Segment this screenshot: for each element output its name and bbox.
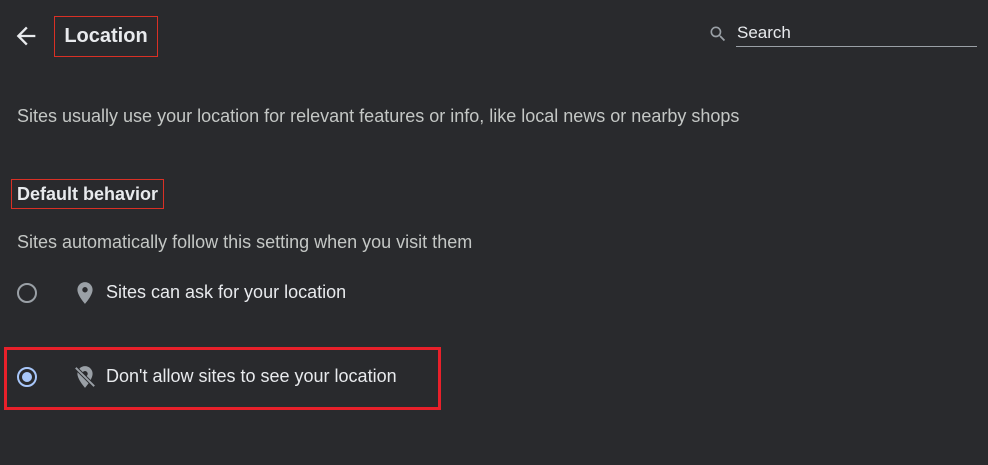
page-title: Location — [54, 16, 158, 57]
radio-button-checked[interactable] — [17, 367, 37, 387]
option-label: Sites can ask for your location — [106, 282, 347, 302]
location-settings-page: Location Sites usually use your location… — [0, 0, 988, 465]
page-header: Location — [0, 0, 988, 72]
location-off-icon — [74, 366, 96, 388]
arrow-left-icon — [16, 26, 36, 46]
back-button[interactable] — [12, 22, 40, 50]
search-icon[interactable] — [708, 24, 728, 44]
page-description: Sites usually use your location for rele… — [17, 106, 740, 126]
default-behavior-heading: Default behavior — [11, 179, 165, 209]
radio-button-unchecked[interactable] — [17, 283, 37, 303]
default-behavior-subtext: Sites automatically follow this setting … — [17, 232, 473, 252]
search-box — [706, 20, 978, 48]
option-sites-can-ask[interactable]: Sites can ask for your location — [0, 274, 400, 314]
search-input[interactable] — [736, 20, 977, 47]
option-dont-allow[interactable]: Don't allow sites to see your location — [0, 358, 440, 398]
option-label: Don't allow sites to see your location — [106, 366, 397, 386]
location-pin-icon — [77, 282, 93, 304]
